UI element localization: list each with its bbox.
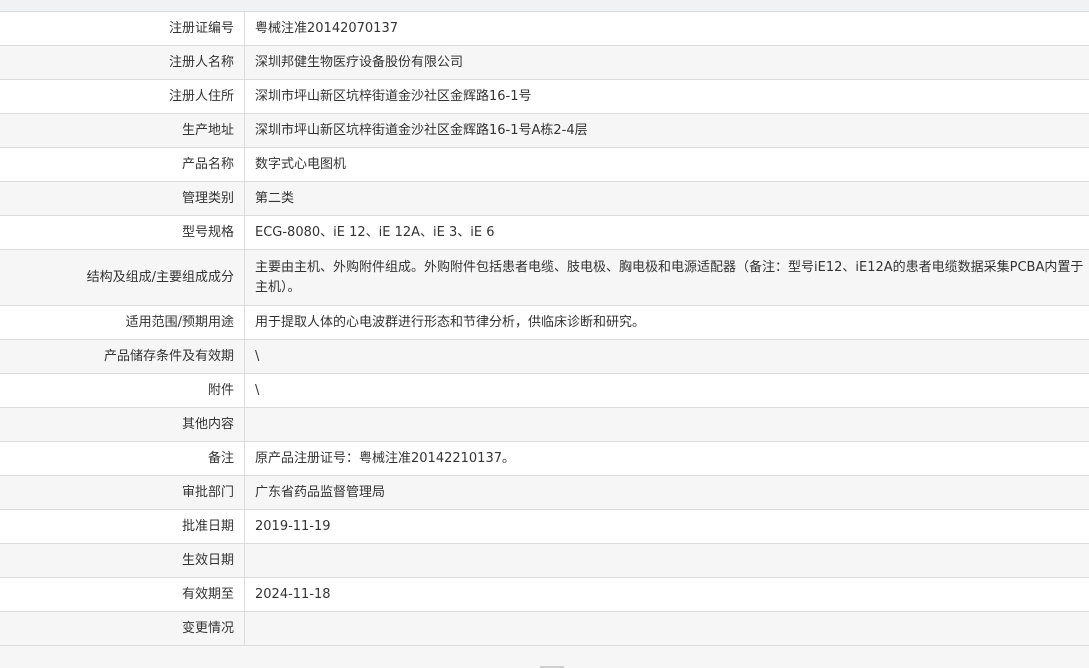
field-label: 注册人住所	[0, 79, 245, 114]
row-valid-until: 有效期至 2024-11-18	[0, 577, 1089, 612]
field-value	[244, 407, 1089, 442]
field-value: 广东省药品监督管理局	[244, 475, 1089, 510]
field-label: 注册证编号	[0, 12, 245, 46]
field-value: 第二类	[244, 181, 1089, 216]
row-registration-number: 注册证编号 粤械注准20142070137	[0, 12, 1089, 46]
field-value: 深圳邦健生物医疗设备股份有限公司	[244, 45, 1089, 80]
field-label: 适用范围/预期用途	[0, 305, 245, 340]
row-remarks: 备注 原产品注册证号：粤械注准20142210137。	[0, 441, 1089, 476]
row-change-history: 变更情况	[0, 611, 1089, 646]
field-label: 其他内容	[0, 407, 245, 442]
field-value	[244, 611, 1089, 646]
field-value: 原产品注册证号：粤械注准20142210137。	[244, 441, 1089, 476]
row-approval-department: 审批部门 广东省药品监督管理局	[0, 475, 1089, 510]
field-label: 型号规格	[0, 215, 245, 250]
field-label: 生产地址	[0, 113, 245, 148]
row-production-address: 生产地址 深圳市坪山新区坑梓街道金沙社区金辉路16-1号A栋2-4层	[0, 113, 1089, 148]
row-registrant-name: 注册人名称 深圳邦健生物医疗设备股份有限公司	[0, 45, 1089, 80]
field-value	[244, 543, 1089, 578]
field-value: \	[244, 339, 1089, 374]
field-value: 主要由主机、外购附件组成。外购附件包括患者电缆、肢电极、胸电极和电源适配器（备注…	[244, 249, 1089, 306]
field-value: \	[244, 373, 1089, 408]
row-storage-validity: 产品储存条件及有效期 \	[0, 339, 1089, 374]
field-value: 数字式心电图机	[244, 147, 1089, 182]
field-label: 产品储存条件及有效期	[0, 339, 245, 374]
row-effective-date: 生效日期	[0, 543, 1089, 578]
field-label: 结构及组成/主要组成成分	[0, 249, 245, 306]
row-other-content: 其他内容	[0, 407, 1089, 442]
row-product-name: 产品名称 数字式心电图机	[0, 147, 1089, 182]
row-management-category: 管理类别 第二类	[0, 181, 1089, 216]
field-label: 生效日期	[0, 543, 245, 578]
top-strip	[0, 0, 1089, 12]
bottom-strip	[0, 646, 1089, 668]
field-label: 有效期至	[0, 577, 245, 612]
field-value: ECG-8080、iE 12、iE 12A、iE 3、iE 6	[244, 215, 1089, 250]
field-value: 粤械注准20142070137	[244, 12, 1089, 46]
field-value: 用于提取人体的心电波群进行形态和节律分析，供临床诊断和研究。	[244, 305, 1089, 340]
row-model-spec: 型号规格 ECG-8080、iE 12、iE 12A、iE 3、iE 6	[0, 215, 1089, 250]
registration-detail-table: 注册证编号 粤械注准20142070137 注册人名称 深圳邦健生物医疗设备股份…	[0, 12, 1089, 646]
row-structure-composition: 结构及组成/主要组成成分 主要由主机、外购附件组成。外购附件包括患者电缆、肢电极…	[0, 249, 1089, 306]
field-label: 管理类别	[0, 181, 245, 216]
field-value: 2019-11-19	[244, 509, 1089, 544]
field-label: 备注	[0, 441, 245, 476]
row-attachment: 附件 \	[0, 373, 1089, 408]
field-label: 审批部门	[0, 475, 245, 510]
field-value: 2024-11-18	[244, 577, 1089, 612]
field-value: 深圳市坪山新区坑梓街道金沙社区金辉路16-1号	[244, 79, 1089, 114]
field-value: 深圳市坪山新区坑梓街道金沙社区金辉路16-1号A栋2-4层	[244, 113, 1089, 148]
field-label: 批准日期	[0, 509, 245, 544]
row-registrant-address: 注册人住所 深圳市坪山新区坑梓街道金沙社区金辉路16-1号	[0, 79, 1089, 114]
field-label: 产品名称	[0, 147, 245, 182]
field-label: 变更情况	[0, 611, 245, 646]
field-label: 注册人名称	[0, 45, 245, 80]
row-approval-date: 批准日期 2019-11-19	[0, 509, 1089, 544]
field-label: 附件	[0, 373, 245, 408]
row-intended-use: 适用范围/预期用途 用于提取人体的心电波群进行形态和节律分析，供临床诊断和研究。	[0, 305, 1089, 340]
